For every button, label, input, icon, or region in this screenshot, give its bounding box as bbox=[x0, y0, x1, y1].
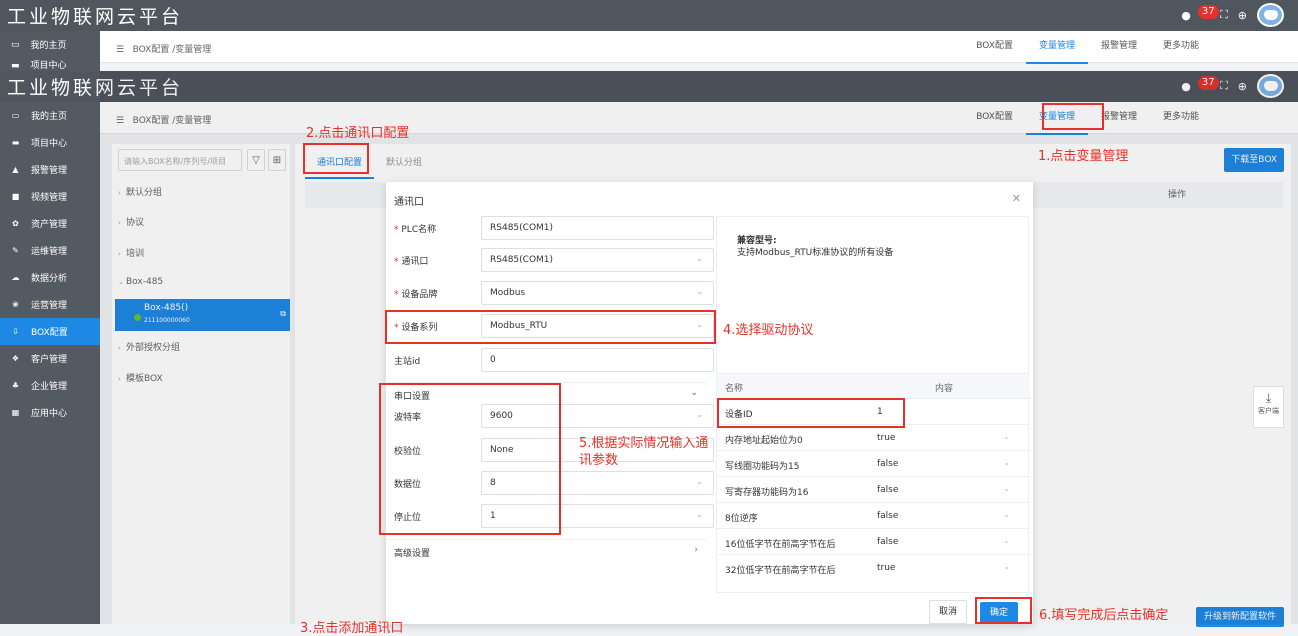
fullscreen-icon[interactable]: ⛶ bbox=[1220, 8, 1228, 22]
app-icon: ▦ bbox=[11, 408, 20, 417]
sidebar-item-3[interactable]: ■ 视频管理 bbox=[0, 183, 100, 210]
highlight-ok-button bbox=[975, 597, 1032, 624]
bell-icon: ▲ bbox=[12, 165, 19, 174]
sidebar-item-home[interactable]: ▭ 我的主页 bbox=[0, 31, 100, 58]
advanced-section-header[interactable]: 高级设置 › bbox=[386, 539, 706, 563]
notification-icon[interactable]: ✉37 bbox=[1197, 4, 1219, 22]
param-row[interactable]: 32位低字节在前高字节在后 true ⌄ bbox=[717, 554, 1030, 580]
port-row: * 通讯口 RS485(COM1) ⌄ bbox=[394, 248, 714, 273]
annotation-step1: 1.点击变量管理 bbox=[1038, 149, 1129, 164]
compat-info-box: 兼容型号: 支持Modbus_RTU标准协议的所有设备 bbox=[716, 216, 1029, 374]
sidebar-item-project-partial[interactable]: ▬ 项目中心 bbox=[0, 58, 100, 71]
brand-select[interactable]: Modbus ⌄ bbox=[481, 281, 714, 305]
plc-name-input[interactable]: RS485(COM1) bbox=[481, 216, 714, 240]
chevron-down-icon: ⌄ bbox=[1003, 562, 1010, 571]
monitor-icon: ▭ bbox=[11, 39, 20, 50]
sidebar-back: ▭ 我的主页 ▬ 项目中心 bbox=[0, 31, 100, 71]
globe-icon[interactable]: ⊕ bbox=[1238, 9, 1247, 22]
tab-alarm[interactable]: 报警管理 bbox=[1088, 31, 1150, 64]
chevron-down-icon: ⌄ bbox=[696, 287, 703, 296]
annotation-step3: 3.点击添加通讯口 bbox=[300, 621, 404, 636]
chevron-down-icon: ⌄ bbox=[696, 410, 703, 419]
station-row: 主站id 0 bbox=[394, 348, 714, 373]
sidebar-item-9[interactable]: ❖ 客户管理 bbox=[0, 345, 100, 372]
download-icon: ⤓ bbox=[1265, 391, 1272, 405]
annotation-step5: 5.根据实际情况输入通讯参数 bbox=[579, 436, 709, 468]
chevron-down-icon: ⌄ bbox=[690, 388, 698, 398]
top-tools: ● ✉37 ⛶ ⊕ bbox=[1181, 3, 1284, 27]
chevron-right-icon: › bbox=[694, 545, 698, 555]
highlight-variable-tab bbox=[1042, 103, 1104, 130]
param-row[interactable]: 写寄存器功能码为16 false ⌄ bbox=[717, 476, 1030, 502]
chevron-down-icon: ⌄ bbox=[1003, 432, 1010, 441]
highlight-device-id bbox=[717, 398, 905, 428]
annotation-step6: 6.填写完成后点击确定 bbox=[1039, 608, 1169, 623]
annotation-step4: 4.选择驱动协议 bbox=[723, 323, 814, 338]
video-icon: ■ bbox=[11, 192, 20, 201]
close-icon[interactable]: ✕ bbox=[1012, 192, 1021, 205]
sidebar-item-10[interactable]: ♣ 企业管理 bbox=[0, 372, 100, 399]
asset-icon: ✿ bbox=[12, 219, 19, 228]
notification-badge: 37 bbox=[1197, 4, 1219, 19]
sidebar-item-5[interactable]: ✎ 运维管理 bbox=[0, 237, 100, 264]
ops-icon: ❀ bbox=[12, 300, 19, 309]
chevron-down-icon: ⌄ bbox=[696, 477, 703, 486]
tab-more[interactable]: 更多功能 bbox=[1150, 31, 1212, 64]
cloud-icon: ☁ bbox=[11, 273, 20, 282]
tab-box-config[interactable]: BOX配置 bbox=[963, 31, 1026, 64]
param-row[interactable]: 写线圈功能码为15 false ⌄ bbox=[717, 450, 1030, 476]
station-id-input[interactable]: 0 bbox=[481, 348, 714, 372]
param-table-header: 名称 内容 bbox=[717, 374, 1030, 398]
highlight-serial-settings bbox=[379, 383, 561, 535]
chevron-down-icon: ⌄ bbox=[1003, 458, 1010, 467]
highlight-port-config-tab bbox=[303, 143, 369, 174]
sidebar-item-6[interactable]: ☁ 数据分析 bbox=[0, 264, 100, 291]
app-title: 工业物联网云平台 bbox=[7, 6, 184, 28]
breadcrumb-back: ☰ BOX配置 /变量管理 bbox=[116, 45, 212, 55]
tab-variable-management[interactable]: 变量管理 bbox=[1025, 31, 1088, 64]
cancel-button[interactable]: 取消 bbox=[928, 600, 967, 624]
sidebar-item-11[interactable]: ▦ 应用中心 bbox=[0, 399, 100, 426]
param-row[interactable]: 8位逆序 false ⌄ bbox=[717, 502, 1030, 528]
chevron-down-icon: ⌄ bbox=[1003, 536, 1010, 545]
sidebar-item-1[interactable]: ▬ 项目中心 bbox=[0, 129, 100, 156]
project-icon: ▬ bbox=[11, 61, 20, 71]
sidebar-item-4[interactable]: ✿ 资产管理 bbox=[0, 210, 100, 237]
avatar[interactable] bbox=[1257, 3, 1284, 27]
sidebar-item-7[interactable]: ❀ 运营管理 bbox=[0, 291, 100, 318]
annotation-step2: 2.点击通讯口配置 bbox=[306, 126, 410, 141]
top-bar-back: 工业物联网云平台 ● ✉37 ⛶ ⊕ bbox=[0, 0, 1298, 31]
box-config-icon: ⇩ bbox=[12, 327, 19, 336]
org-icon: ♣ bbox=[11, 381, 20, 390]
chevron-down-icon: ⌄ bbox=[1003, 510, 1010, 519]
chevron-down-icon: ⌄ bbox=[1003, 484, 1010, 493]
help-icon[interactable]: ● bbox=[1181, 9, 1191, 22]
header-back: ☰ BOX配置 /变量管理 BOX配置 变量管理 报警管理 更多功能 bbox=[100, 31, 1298, 64]
brand-row: * 设备品牌 Modbus ⌄ bbox=[394, 281, 714, 306]
customer-icon: ❖ bbox=[11, 354, 20, 363]
client-download-button[interactable]: ⤓ 客户端 bbox=[1253, 386, 1284, 428]
monitor-icon: ▭ bbox=[11, 111, 20, 120]
project-icon: ▬ bbox=[11, 138, 20, 147]
plc-name-row: * PLC名称 RS485(COM1) bbox=[394, 216, 714, 241]
dialog-title: 通讯口 bbox=[394, 197, 424, 208]
port-select[interactable]: RS485(COM1) ⌄ bbox=[481, 248, 714, 272]
sidebar-item-8[interactable]: ⇩ BOX配置 bbox=[0, 318, 100, 345]
sidebar-item-0[interactable]: ▭ 我的主页 bbox=[0, 102, 100, 129]
chevron-down-icon: ⌄ bbox=[696, 254, 703, 263]
sidebar-item-2[interactable]: ▲ 报警管理 bbox=[0, 156, 100, 183]
wrench-icon: ✎ bbox=[12, 246, 19, 255]
param-row[interactable]: 16位低字节在前高字节在后 false ⌄ bbox=[717, 528, 1030, 554]
sidebar: ▭ 我的主页 ▬ 项目中心 ▲ 报警管理 ■ 视频管理 ✿ 资产管理 ✎ 运维管理 ☁ 数据分析 ❀ 运营管理… bbox=[0, 102, 100, 624]
nav-tabs-back: BOX配置 变量管理 报警管理 更多功能 bbox=[963, 31, 1212, 64]
chevron-down-icon: ⌄ bbox=[696, 510, 703, 519]
highlight-series-row bbox=[385, 310, 716, 344]
